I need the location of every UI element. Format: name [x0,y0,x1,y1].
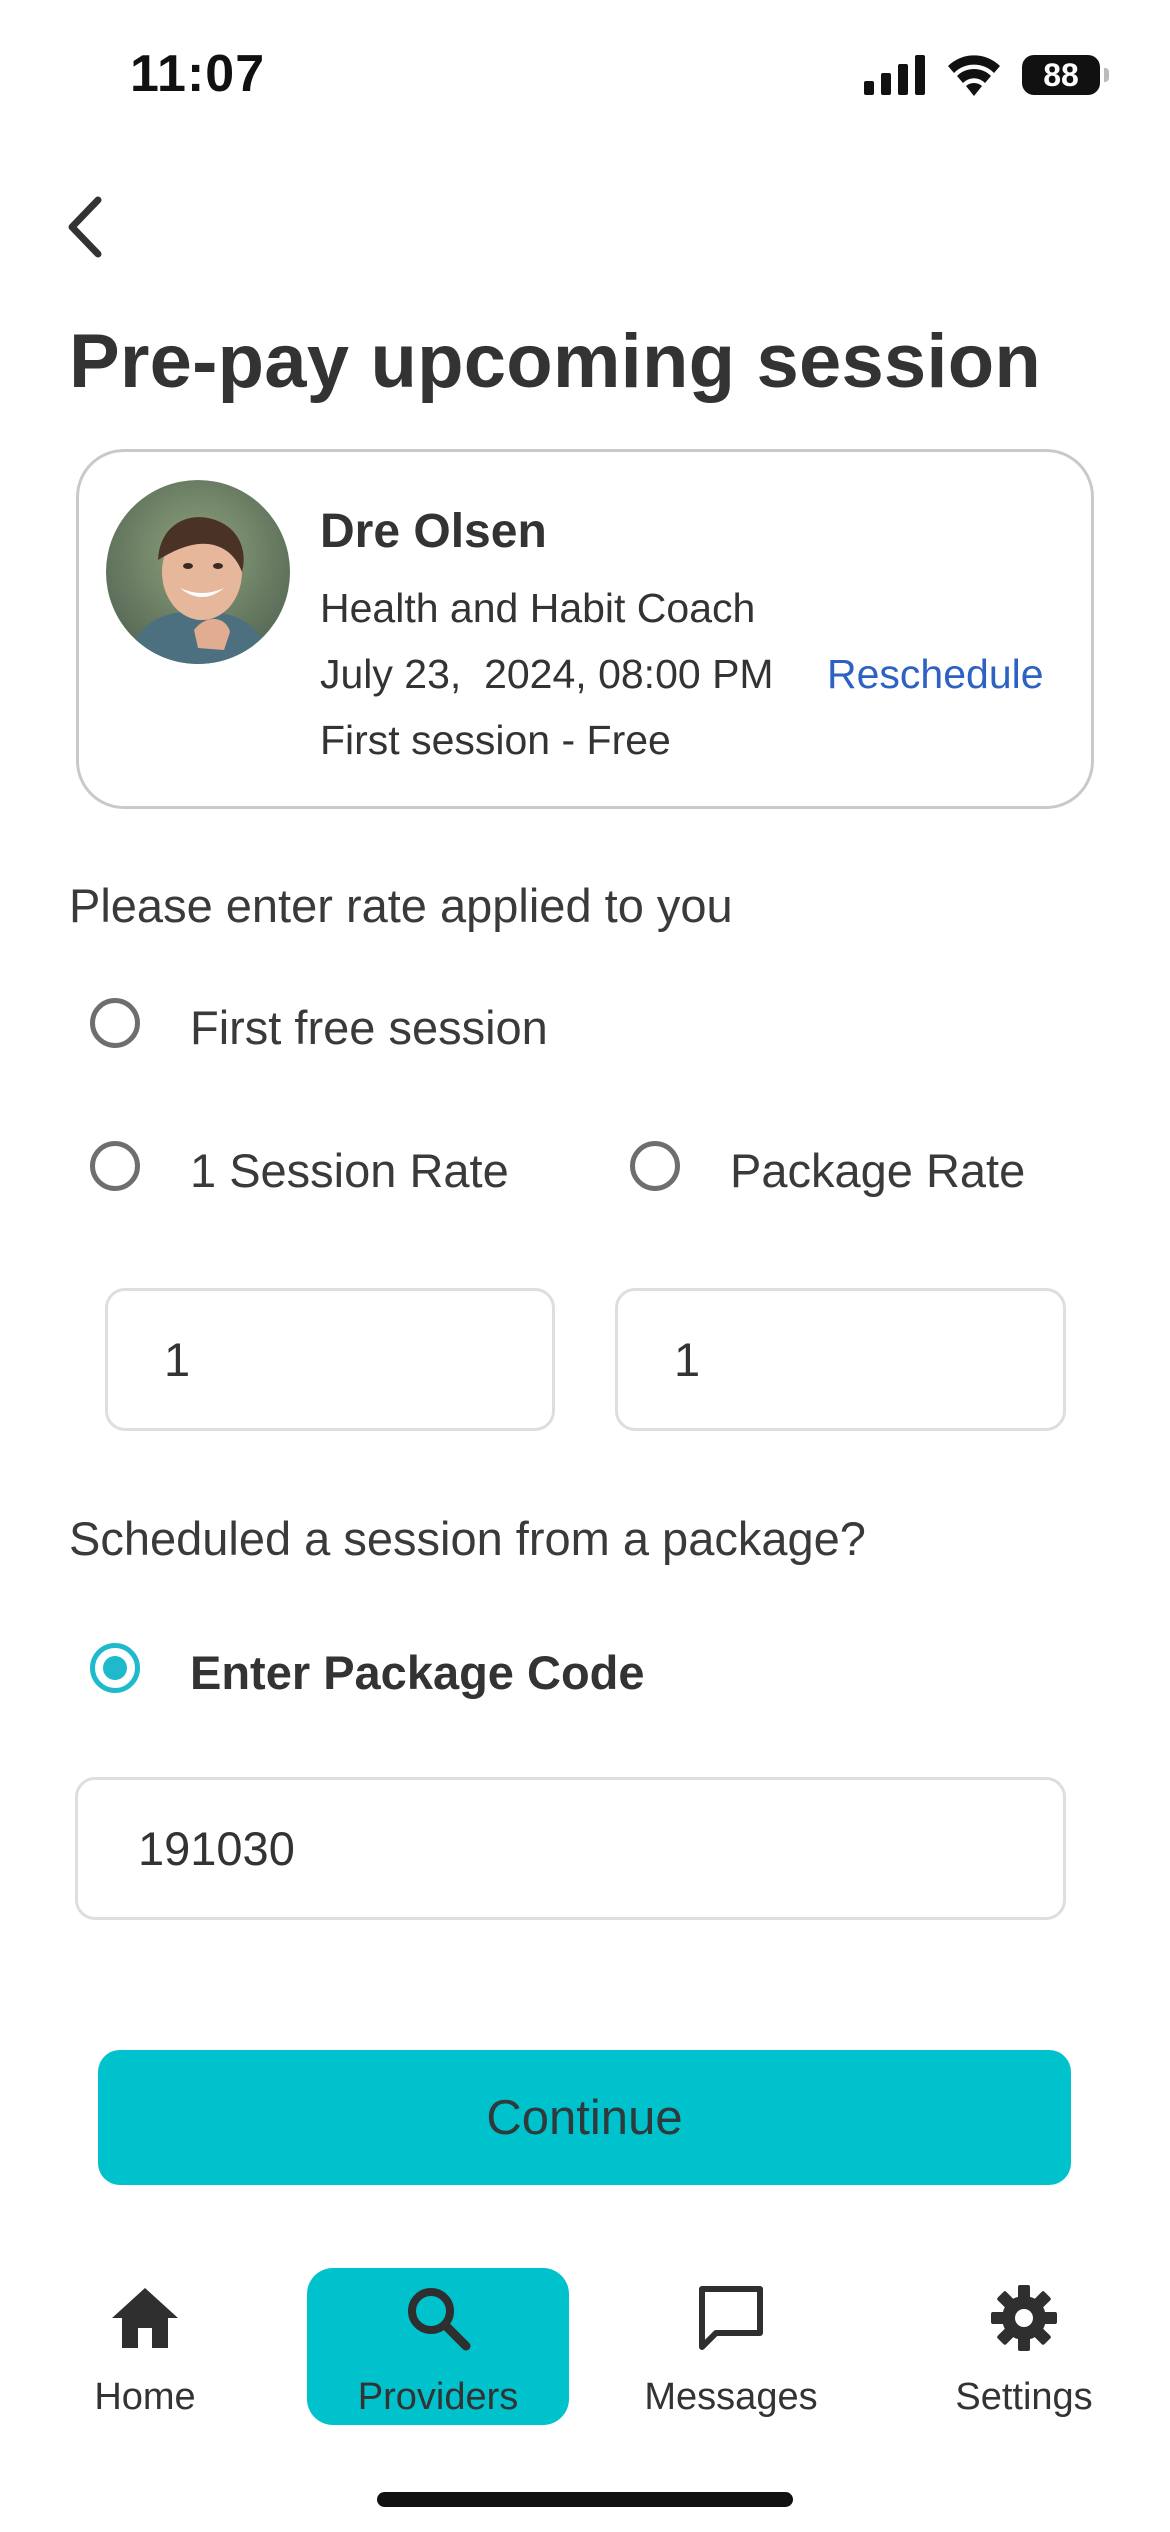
option-label-package-rate: Package Rate [730,1144,1026,1197]
battery-level: 88 [1043,56,1079,93]
nav-label-settings: Settings [955,2376,1093,2418]
rate-question: Please enter rate applied to you [69,879,733,932]
status-time: 11:07 [130,45,266,103]
chevron-left-icon [68,196,102,258]
package-code-value: 191030 [138,1822,295,1875]
option-label-first-free-session: First free session [190,1001,548,1054]
package-question: Scheduled a session from a package? [69,1512,866,1565]
status-icons: 88 [864,54,1109,96]
home-indicator [377,2492,793,2507]
reschedule-link[interactable]: Reschedule [827,651,1044,698]
radio-package-code[interactable] [90,1643,140,1693]
nav-label-messages: Messages [644,2376,818,2418]
nav-item-settings[interactable]: Settings [893,2268,1155,2425]
session-rate-input[interactable]: 1 [105,1288,555,1431]
nav-item-providers[interactable]: Providers [307,2268,569,2425]
wifi-icon [948,55,1000,96]
package-code-input[interactable]: 191030 [75,1777,1066,1920]
search-icon [398,2278,478,2358]
radio-package-rate[interactable] [630,1141,680,1191]
nav-item-messages[interactable]: Messages [600,2268,862,2425]
avatar [106,480,290,664]
gear-icon [984,2278,1064,2358]
home-icon [105,2278,185,2358]
back-button[interactable] [58,192,118,262]
provider-role: Health and Habit Coach [320,585,756,631]
option-label-package-code: Enter Package Code [190,1646,645,1699]
message-icon [691,2278,771,2358]
battery-icon: 88 [1022,55,1109,95]
package-rate-input[interactable]: 1 [615,1288,1066,1431]
nav-item-home[interactable]: Home [14,2268,276,2425]
session-price: First session - Free [320,717,671,763]
session-date: July 23, 2024, 08:00 PM [320,651,774,697]
provider-name: Dre Olsen [320,505,547,558]
nav-label-providers: Providers [357,2376,519,2418]
nav-label-home: Home [94,2376,196,2418]
radio-first-free-session[interactable] [90,998,140,1048]
page-title: Pre-pay upcoming session [69,319,1041,404]
option-label-session-rate: 1 Session Rate [190,1144,509,1197]
signal-icon [864,55,925,95]
continue-button[interactable]: Continue [98,2050,1071,2185]
radio-session-rate[interactable] [90,1141,140,1191]
session-rate-value: 1 [164,1333,191,1386]
package-rate-value: 1 [674,1333,701,1386]
